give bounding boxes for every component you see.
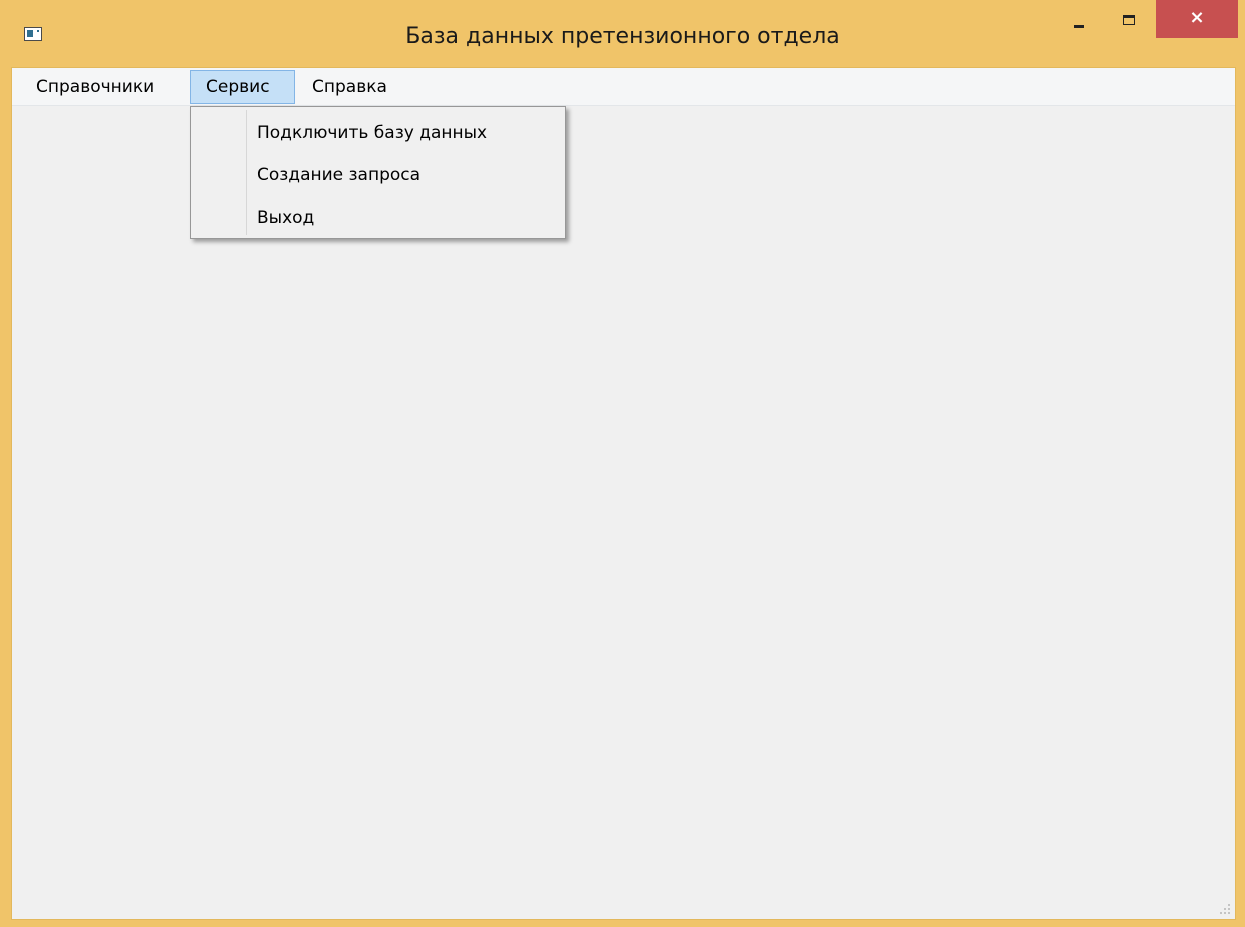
- title-bar[interactable]: База данных претензионного отдела ×: [0, 0, 1245, 66]
- menu-service[interactable]: Сервис: [190, 70, 295, 104]
- minimize-button[interactable]: [1060, 1, 1102, 39]
- menu-item-exit[interactable]: Выход: [257, 204, 314, 232]
- window-title: База данных претензионного отдела: [405, 24, 840, 49]
- minimize-icon: [1074, 25, 1084, 28]
- main-window: База данных претензионного отдела × Спра…: [0, 0, 1245, 927]
- service-dropdown-menu: Подключить базу данных Создание запроса …: [190, 106, 566, 239]
- menu-item-connect-database[interactable]: Подключить базу данных: [257, 119, 487, 147]
- resize-grip-icon[interactable]: [1219, 903, 1231, 915]
- menu-references[interactable]: Справочники: [24, 70, 166, 104]
- client-area: Справочники Сервис Справка Подключить ба…: [11, 67, 1236, 920]
- menu-help[interactable]: Справка: [300, 70, 399, 104]
- menu-bar: Справочники Сервис Справка: [12, 68, 1235, 106]
- close-button[interactable]: ×: [1156, 0, 1238, 38]
- maximize-button[interactable]: [1103, 1, 1149, 39]
- menu-icon-gutter-divider: [246, 110, 247, 235]
- resize-grip-dots-icon: [1220, 904, 1230, 914]
- menu-item-create-query[interactable]: Создание запроса: [257, 161, 420, 189]
- close-icon: ×: [1189, 7, 1205, 28]
- maximize-icon: [1123, 15, 1135, 25]
